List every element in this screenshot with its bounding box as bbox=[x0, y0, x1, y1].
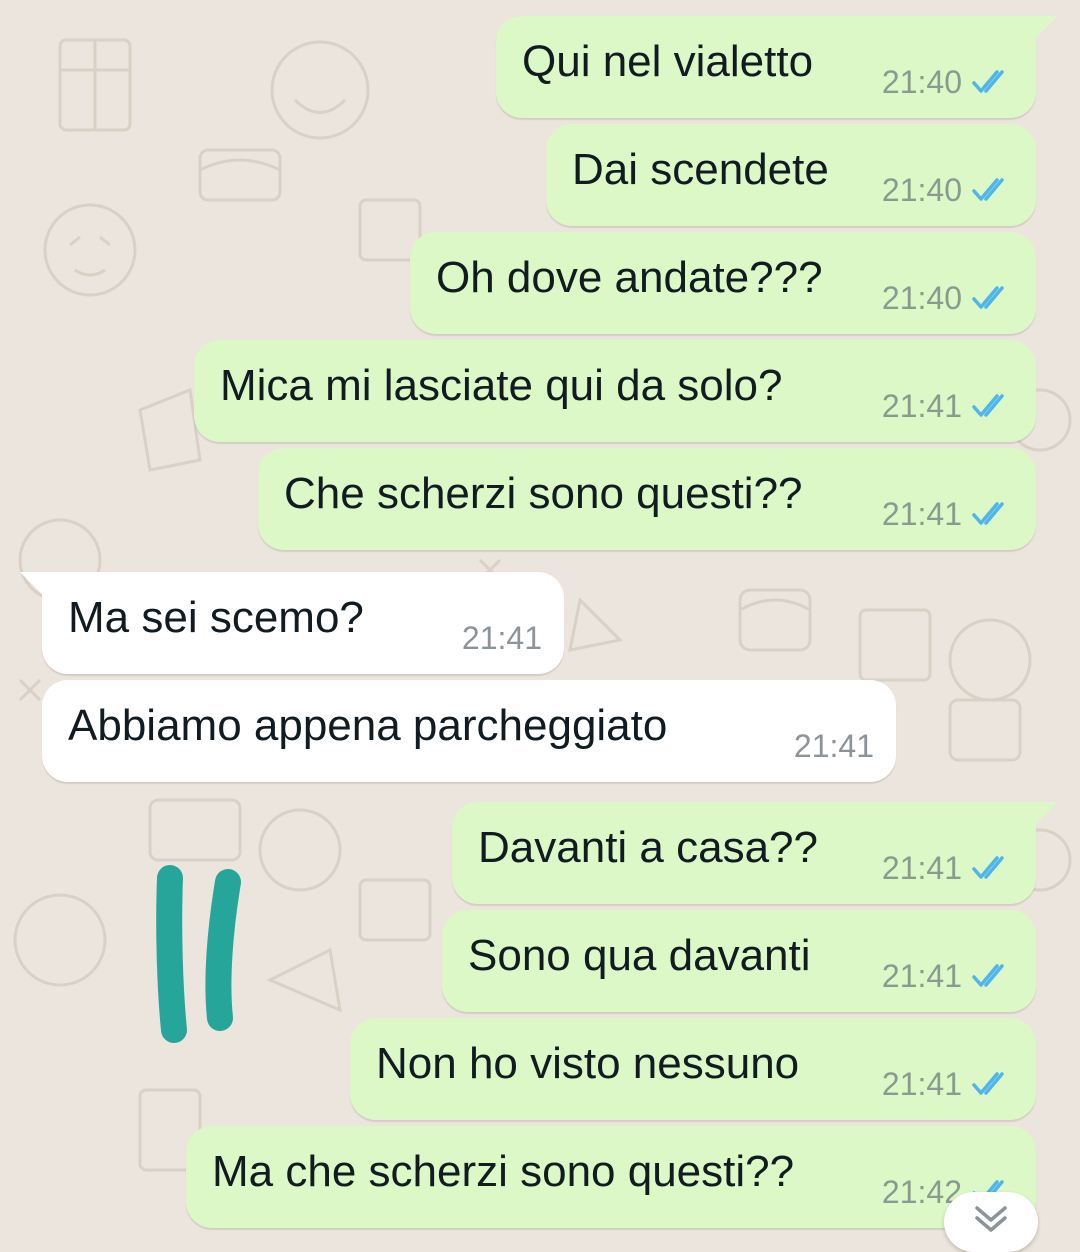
double-check-icon bbox=[972, 502, 1004, 525]
message-time: 21:41 bbox=[881, 850, 962, 886]
double-check-icon bbox=[972, 178, 1004, 201]
message-time: 21:41 bbox=[881, 958, 962, 994]
message-time: 21:41 bbox=[793, 728, 874, 764]
message-text: Non ho visto nessuno bbox=[376, 1039, 800, 1088]
double-check-icon bbox=[972, 70, 1004, 93]
annotation-marks bbox=[156, 865, 241, 1043]
message-bubble-outgoing[interactable]: Dai scendete 21:40 bbox=[546, 124, 1036, 226]
message-meta: 21:41 bbox=[882, 850, 1014, 886]
message-bubble-outgoing[interactable]: Oh dove andate??? 21:40 bbox=[410, 232, 1036, 334]
message-text: Mica mi lasciate qui da solo? bbox=[220, 361, 783, 410]
message-text: Davanti a casa?? bbox=[478, 823, 818, 872]
message-text: Ma sei scemo? bbox=[68, 593, 364, 642]
message-meta: 21:40 bbox=[882, 64, 1014, 100]
message-text: Dai scendete bbox=[572, 145, 829, 194]
message-time: 21:40 bbox=[881, 172, 962, 208]
message-meta: 21:41 bbox=[462, 620, 542, 656]
message-bubble-outgoing[interactable]: Sono qua davanti 21:41 bbox=[442, 910, 1036, 1012]
message-meta: 21:41 bbox=[882, 1066, 1014, 1102]
scroll-down-button[interactable] bbox=[944, 1192, 1038, 1252]
message-text: Ma che scherzi sono questi?? bbox=[212, 1147, 795, 1196]
message-meta: 21:41 bbox=[882, 958, 1014, 994]
chevron-down-icon bbox=[975, 1206, 1007, 1232]
message-bubble-incoming[interactable]: Abbiamo appena parcheggiato 21:41 bbox=[42, 680, 896, 782]
double-check-icon bbox=[972, 1072, 1004, 1095]
message-time: 21:40 bbox=[881, 280, 962, 316]
message-bubble-outgoing[interactable]: Mica mi lasciate qui da solo? 21:41 bbox=[194, 340, 1036, 442]
double-check-icon bbox=[972, 964, 1004, 987]
message-text: Oh dove andate??? bbox=[436, 253, 823, 302]
message-bubble-outgoing[interactable]: Non ho visto nessuno 21:41 bbox=[350, 1018, 1036, 1120]
double-check-icon bbox=[972, 394, 1004, 417]
message-bubble-outgoing[interactable]: Qui nel vialetto 21:40 bbox=[496, 16, 1058, 118]
message-time: 21:41 bbox=[881, 496, 962, 532]
message-bubble-outgoing[interactable]: Davanti a casa?? 21:41 bbox=[452, 802, 1058, 904]
message-time: 21:40 bbox=[881, 64, 962, 100]
double-check-icon bbox=[972, 856, 1004, 879]
double-check-icon bbox=[972, 286, 1004, 309]
message-time: 21:41 bbox=[461, 620, 542, 656]
message-text: Sono qua davanti bbox=[468, 931, 811, 980]
message-meta: 21:40 bbox=[882, 280, 1014, 316]
message-meta: 21:41 bbox=[882, 388, 1014, 424]
message-meta: 21:40 bbox=[882, 172, 1014, 208]
message-text: Che scherzi sono questi?? bbox=[284, 469, 803, 518]
message-text: Qui nel vialetto bbox=[522, 37, 814, 86]
message-text: Abbiamo appena parcheggiato bbox=[68, 701, 668, 750]
message-meta: 21:41 bbox=[882, 496, 1014, 532]
message-time: 21:41 bbox=[881, 1066, 962, 1102]
message-bubble-outgoing[interactable]: Ma che scherzi sono questi?? 21:42 bbox=[186, 1126, 1036, 1228]
message-meta: 21:41 bbox=[794, 728, 874, 764]
message-time: 21:41 bbox=[881, 388, 962, 424]
message-bubble-outgoing[interactable]: Che scherzi sono questi?? 21:41 bbox=[258, 448, 1036, 550]
message-bubble-incoming[interactable]: Ma sei scemo? 21:41 bbox=[20, 572, 564, 674]
